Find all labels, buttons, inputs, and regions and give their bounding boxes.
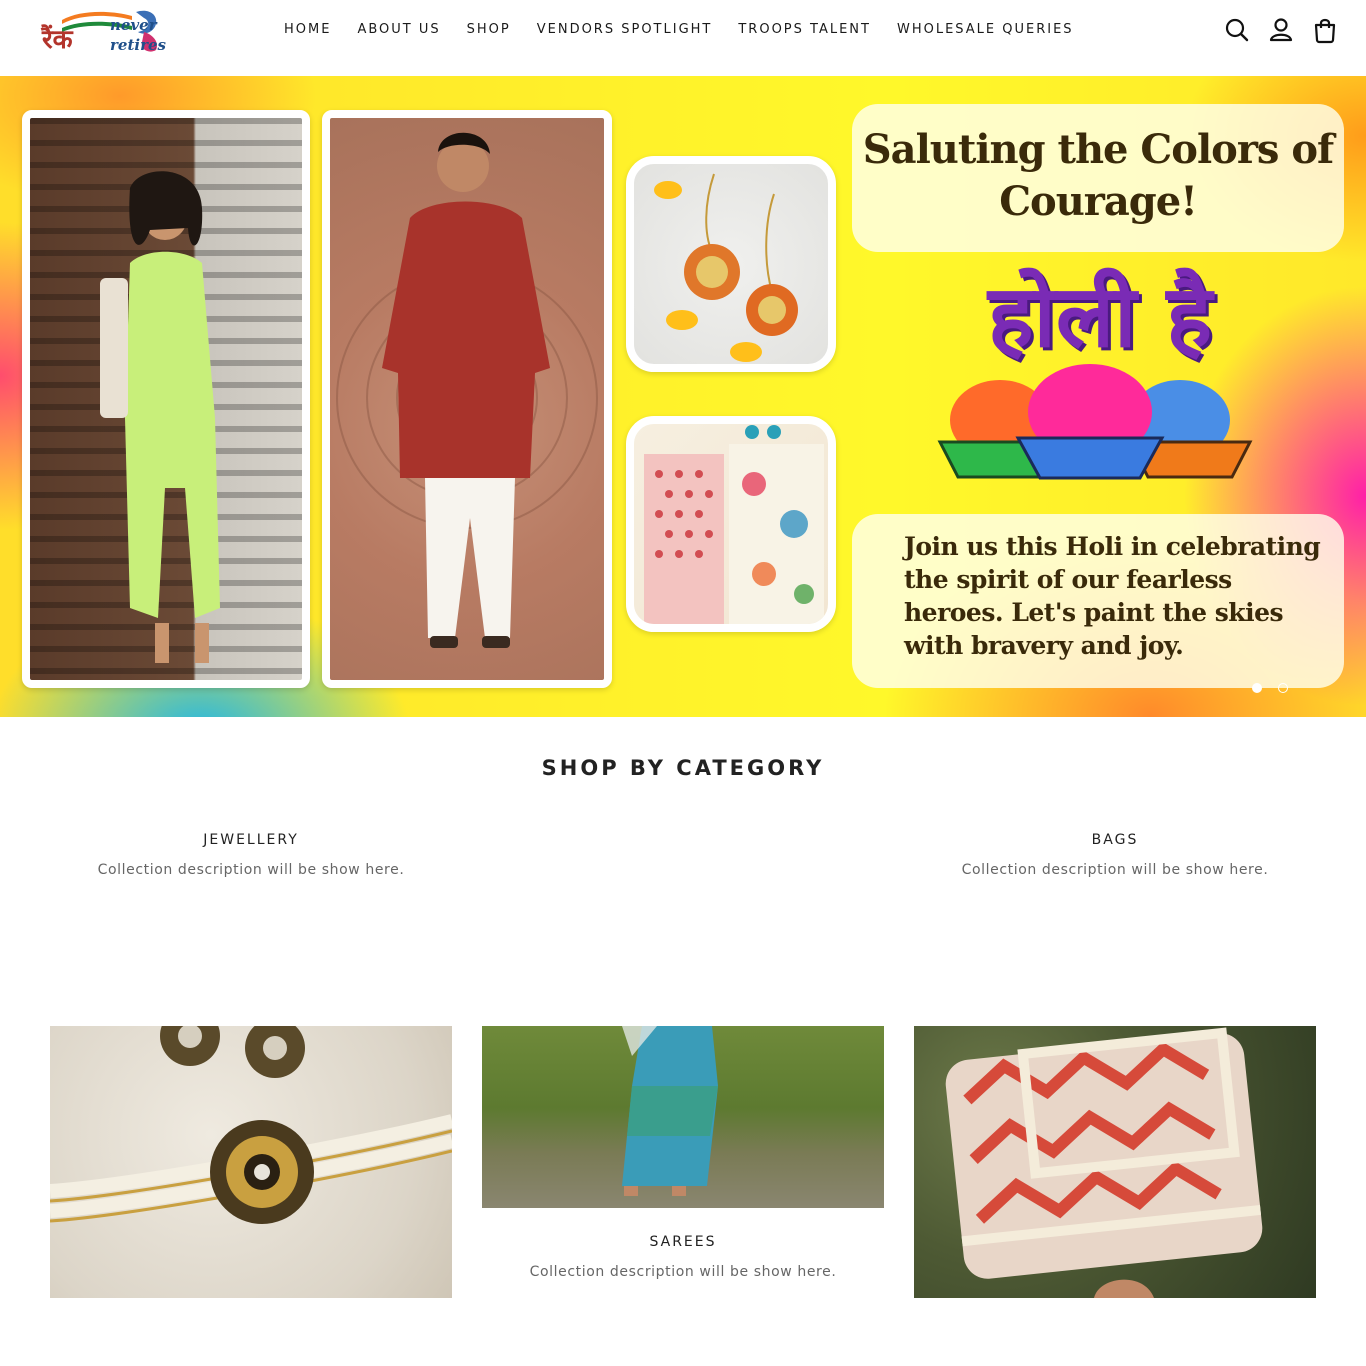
slider-dots xyxy=(1252,683,1288,693)
section-title: SHOP BY CATEGORY xyxy=(541,756,825,780)
saree-icon xyxy=(622,1026,718,1196)
man-figure-icon xyxy=(336,132,598,648)
cart-icon[interactable] xyxy=(1312,16,1338,44)
category-bags[interactable]: BAGS Collection description will be show… xyxy=(914,832,1316,878)
hero-message: Join us this Holi in celebrating the spi… xyxy=(904,532,1321,660)
nav-troops-talent[interactable]: TROOPS TALENT xyxy=(738,22,871,37)
category-jewellery[interactable]: JEWELLERY Collection description will be… xyxy=(50,832,452,878)
earrings-icon xyxy=(654,173,798,362)
category-image-sarees[interactable] xyxy=(482,1026,884,1208)
logo-text-retires: retires xyxy=(110,36,166,54)
woman-figure-icon xyxy=(100,171,220,663)
category-sarees[interactable]: SAREES Collection description will be sh… xyxy=(482,1234,884,1280)
hero-banner[interactable]: Saluting the Colors of Courage! होली है … xyxy=(0,76,1366,717)
category-description: Collection description will be show here… xyxy=(961,862,1269,878)
nav-vendors-spotlight[interactable]: VENDORS SPOTLIGHT xyxy=(537,22,713,37)
holi-graphic: होली है xyxy=(930,262,1260,502)
category-description: Collection description will be show here… xyxy=(529,1264,837,1280)
clutch-bag-icon xyxy=(945,1027,1263,1298)
fabric-icon xyxy=(644,425,824,624)
hero-headline-panel: Saluting the Colors of Courage! xyxy=(852,104,1344,252)
category-name[interactable]: SAREES xyxy=(482,1234,884,1250)
search-icon[interactable] xyxy=(1224,16,1250,44)
choker-necklace-icon xyxy=(50,1026,452,1224)
category-name[interactable]: JEWELLERY xyxy=(50,832,452,848)
hero-message-panel: Join us this Holi in celebrating the spi… xyxy=(852,514,1344,688)
category-image-bags[interactable] xyxy=(914,1026,1316,1298)
hero-photo-suit-fabric xyxy=(626,416,836,632)
header-icons xyxy=(1224,16,1338,44)
slider-dot-2[interactable] xyxy=(1278,683,1288,693)
nav-about-us[interactable]: ABOUT US xyxy=(357,22,440,37)
slider-dot-1[interactable] xyxy=(1252,683,1262,693)
logo-devanagari-text: रैंक xyxy=(42,25,73,55)
hero-photo-man-kurta xyxy=(322,110,612,688)
category-description: Collection description will be show here… xyxy=(97,862,405,878)
nav-wholesale-queries[interactable]: WHOLESALE QUERIES xyxy=(897,22,1074,37)
hero-photo-woman-kurta xyxy=(22,110,310,688)
main-nav: HOME ABOUT US SHOP VENDORS SPOTLIGHT TRO… xyxy=(284,22,1100,37)
nav-home[interactable]: HOME xyxy=(284,22,331,37)
hero-headline: Saluting the Colors of Courage! xyxy=(862,126,1334,225)
site-logo[interactable]: रैंक never retires xyxy=(40,6,166,60)
nav-shop[interactable]: SHOP xyxy=(467,22,511,37)
site-header: रैंक never retires HOME ABOUT US SHOP VE… xyxy=(0,0,1366,76)
hero-photo-earrings xyxy=(626,156,836,372)
category-image-jewellery[interactable] xyxy=(50,1026,452,1298)
category-name[interactable]: BAGS xyxy=(914,832,1316,848)
color-bowls-icon xyxy=(937,364,1253,480)
account-icon[interactable] xyxy=(1268,16,1294,44)
logo-text-never: never xyxy=(110,16,157,34)
